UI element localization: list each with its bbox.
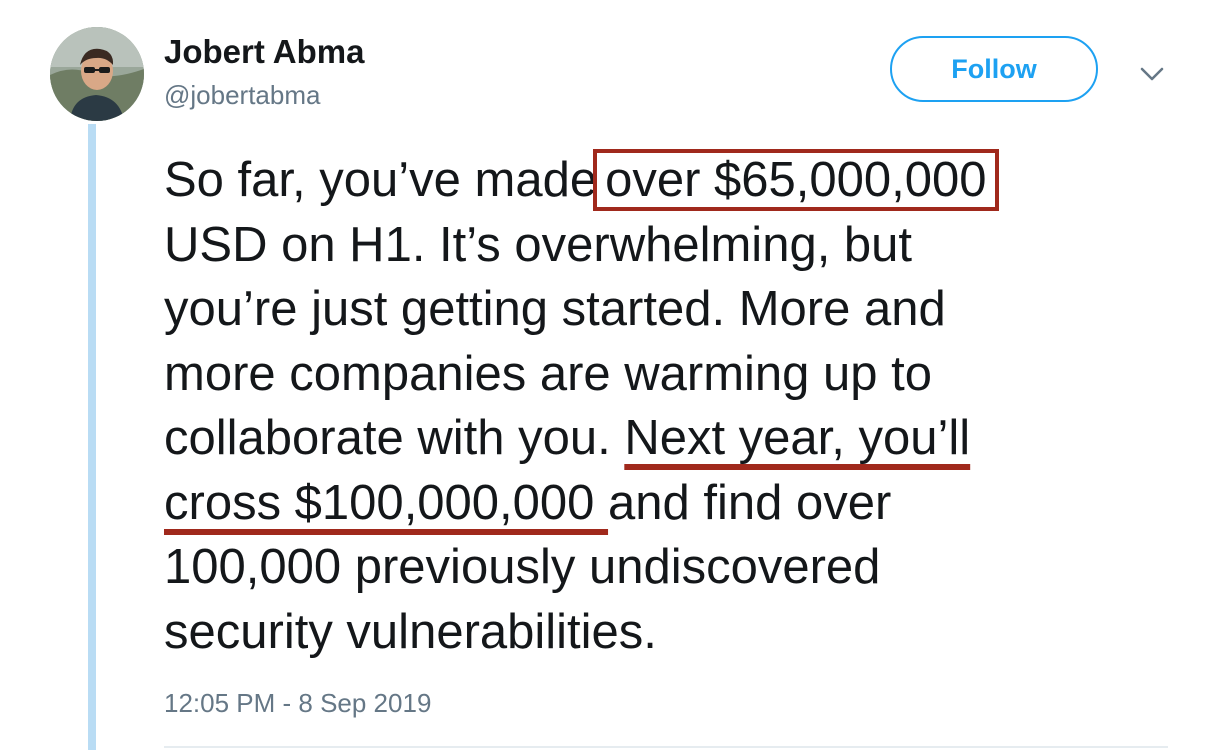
tweet-line: cross $100,000,000 and find over	[164, 471, 1164, 536]
tweet-text-segment: So far, you’ve made	[164, 153, 598, 207]
tweet-line: 100,000 previously undiscovered	[164, 540, 881, 594]
underlined-highlight: Next year, you’ll	[624, 411, 971, 465]
user-handle[interactable]: @jobertabma	[164, 78, 320, 112]
tweet-text-segment: collaborate with you.	[164, 411, 625, 465]
tweet-line: USD on H1. It’s overwhelming, but	[164, 217, 913, 272]
tweet-timestamp[interactable]: 12:05 PM - 8 Sep 2019	[164, 686, 431, 720]
tweet-line: you’re just getting started. More and	[164, 282, 946, 336]
thread-line	[88, 124, 96, 750]
tweet-text-segment: and find over	[608, 475, 892, 530]
tweet-text: So far, you’ve made over $65,000,000 USD …	[164, 148, 1164, 664]
boxed-highlight: over $65,000,000	[593, 149, 999, 211]
tweet-line: security vulnerabilities.	[164, 604, 657, 659]
tweet-line: So far, you’ve made over $65,000,000	[164, 148, 1164, 213]
avatar[interactable]	[50, 27, 144, 121]
avatar-image	[50, 27, 144, 121]
tweet-line: collaborate with you. Next year, you’ll	[164, 406, 1164, 471]
display-name[interactable]: Jobert Abma	[164, 30, 364, 74]
tweet-line: more companies are warming up to	[164, 346, 933, 401]
chevron-down-icon[interactable]	[1137, 63, 1167, 85]
underlined-highlight: cross $100,000,000	[164, 475, 609, 530]
follow-button[interactable]: Follow	[890, 36, 1098, 102]
divider	[164, 746, 1168, 748]
